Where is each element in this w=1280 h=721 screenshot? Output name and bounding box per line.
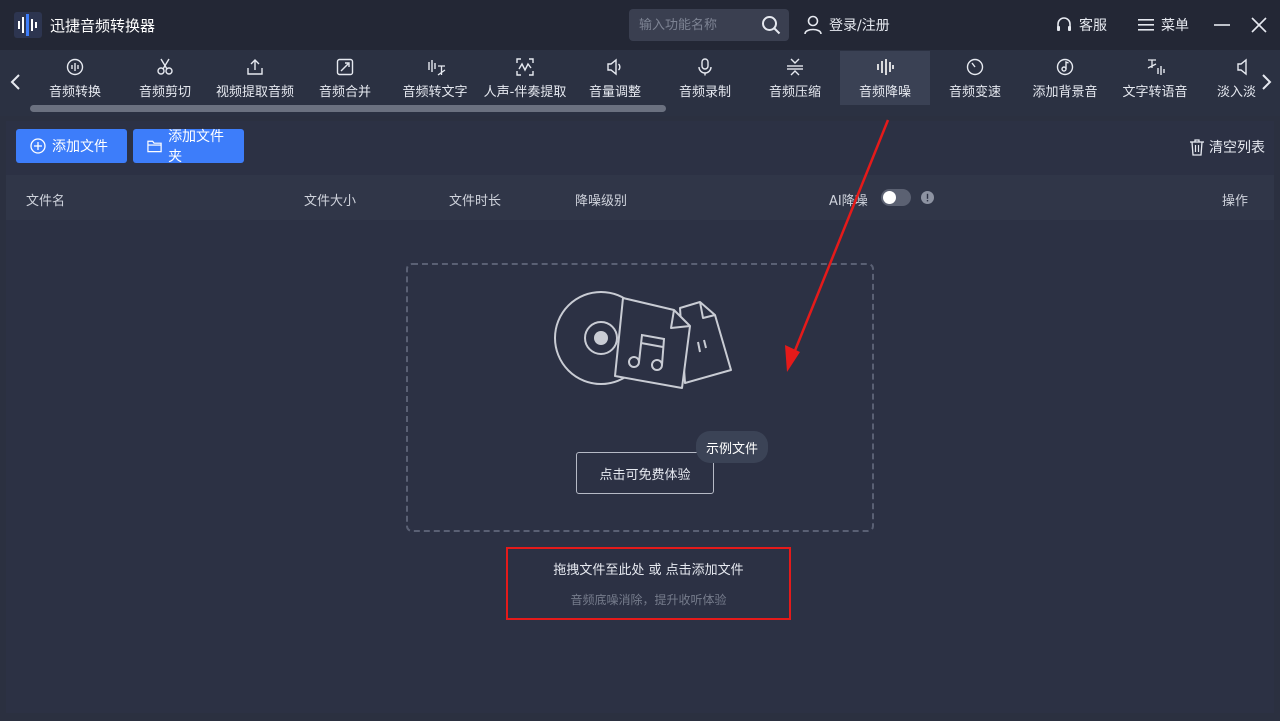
headset-icon: [1057, 17, 1071, 31]
login-link[interactable]: 登录/注册: [803, 15, 890, 35]
waveform-icon: [516, 58, 534, 76]
audio-files-illustration-icon: [554, 291, 732, 389]
sample-file-tag[interactable]: 示例文件: [696, 431, 769, 463]
folder-icon: [147, 140, 162, 153]
login-label: 登录/注册: [829, 18, 890, 34]
speed-icon: [966, 58, 984, 76]
menu-button[interactable]: 菜单: [1137, 15, 1189, 35]
merge-icon: [336, 58, 354, 76]
drop-zone[interactable]: 点击可免费体验 示例文件: [406, 263, 874, 532]
chevron-right-icon[interactable]: [1258, 70, 1274, 94]
compress-icon: [787, 58, 803, 76]
add-folder-label: 添加文件夹: [168, 129, 225, 165]
tool-speed[interactable]: 音频变速: [930, 51, 1020, 105]
tool-compress[interactable]: 音频压缩: [750, 51, 840, 105]
service-label: 客服: [1079, 18, 1107, 34]
tool-audio-to-text[interactable]: 音频转文字: [390, 51, 480, 105]
tool-audio-merge[interactable]: 音频合并: [300, 51, 390, 105]
plus-circle-icon: [30, 138, 46, 154]
search-icon[interactable]: [761, 15, 781, 35]
denoise-icon: [877, 59, 894, 75]
tool-strip-scrollbar[interactable]: [30, 105, 666, 112]
microphone-icon: [698, 58, 712, 76]
tool-video-extract[interactable]: 视频提取音频: [210, 51, 300, 105]
menu-label: 菜单: [1161, 18, 1189, 34]
drop-hint-subtext: 音频底噪消除，提升收听体验: [570, 593, 727, 607]
user-icon: [804, 15, 822, 35]
audio-convert-icon: [66, 58, 84, 76]
column-header-name: 文件名: [26, 194, 66, 209]
fade-icon: [1237, 58, 1247, 76]
tool-audio-cut[interactable]: 音频剪切: [120, 51, 210, 105]
column-header-duration: 文件时长: [449, 194, 502, 209]
scissors-icon: [157, 58, 173, 75]
tool-vocal-extract[interactable]: 人声-伴奏提取: [480, 51, 570, 105]
ai-denoise-toggle[interactable]: [881, 189, 911, 206]
trash-icon: [1190, 138, 1204, 156]
background-music-icon: [1056, 58, 1074, 76]
tool-bg-music[interactable]: 添加背景音: [1020, 51, 1110, 105]
free-trial-button[interactable]: 点击可免费体验: [576, 452, 714, 494]
tool-volume[interactable]: 音量调整: [570, 51, 660, 105]
add-file-button[interactable]: 添加文件: [16, 129, 127, 163]
title-bar: 迅捷音频转换器 登录/注册 客服 菜单: [0, 0, 1280, 50]
toggle-knob: [883, 191, 896, 204]
tool-label: 文字转语音: [1122, 85, 1188, 100]
tool-record[interactable]: 音频录制: [660, 51, 750, 105]
text-to-speech-icon: [1147, 59, 1165, 75]
column-header-size: 文件大小: [304, 194, 357, 209]
column-header-actions: 操作: [1222, 194, 1249, 209]
main-panel: 添加文件 添加文件夹 清空列表 文件名 文件大小 文件时长 降噪级别 AI降噪: [6, 121, 1274, 713]
audio-to-text-icon: [428, 60, 446, 76]
column-header-level: 降噪级别: [575, 194, 628, 209]
tool-denoise[interactable]: 音频降噪: [840, 51, 930, 105]
ai-denoise-label: AI降噪: [829, 194, 868, 209]
hamburger-icon: [1138, 19, 1154, 31]
drop-hint-text: 拖拽文件至此处 或 点击添加文件: [553, 563, 744, 578]
service-button[interactable]: 客服: [1055, 15, 1107, 35]
app-logo-icon: [14, 12, 42, 38]
drop-hint: 拖拽文件至此处 或 点击添加文件 音频底噪消除，提升收听体验: [506, 547, 791, 620]
app-title: 迅捷音频转换器: [50, 17, 156, 35]
volume-icon: [607, 58, 621, 76]
tool-fade[interactable]: 淡入淡: [1200, 51, 1260, 105]
clear-list-button[interactable]: 清空列表: [1189, 137, 1265, 157]
clear-list-label: 清空列表: [1209, 140, 1265, 156]
add-file-label: 添加文件: [52, 139, 108, 155]
minimize-icon[interactable]: [1210, 13, 1234, 37]
table-header: 文件名 文件大小 文件时长 降噪级别 AI降噪 操作: [6, 175, 1274, 220]
add-folder-button[interactable]: 添加文件夹: [133, 129, 244, 165]
info-icon[interactable]: [921, 191, 934, 204]
tool-label: 淡入淡: [1217, 85, 1257, 100]
search-input[interactable]: [639, 15, 754, 35]
tool-tts[interactable]: 文字转语音: [1110, 51, 1200, 105]
upload-icon: [247, 59, 263, 75]
search-box[interactable]: [629, 9, 789, 41]
tool-audio-convert[interactable]: 音频转换: [30, 51, 120, 105]
close-icon[interactable]: [1247, 13, 1271, 37]
